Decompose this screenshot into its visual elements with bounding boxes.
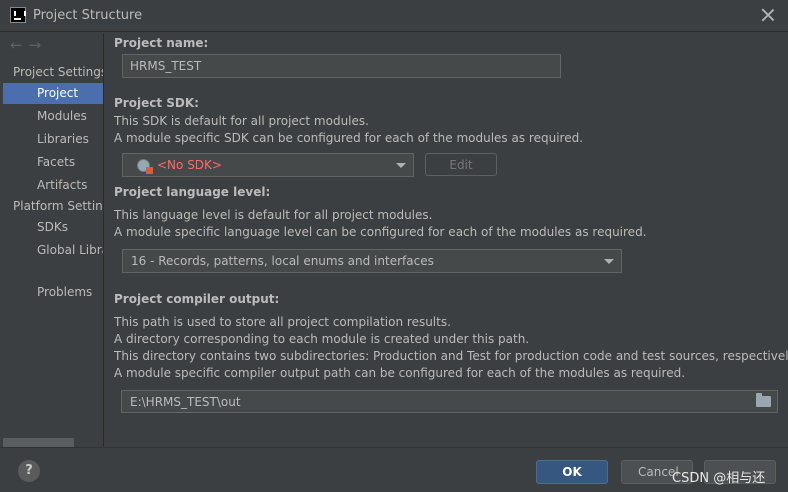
edit-sdk-button[interactable]: Edit: [425, 153, 497, 176]
language-level-desc-2: A module specific language level can be …: [114, 225, 647, 239]
sdk-error-icon: [137, 159, 153, 174]
sidebar-header-platform-settings: Platform Settings: [13, 199, 103, 213]
language-level-value: 16 - Records, patterns, local enums and …: [131, 254, 434, 268]
compiler-desc-2: A directory corresponding to each module…: [114, 332, 530, 346]
sidebar-item-artifacts[interactable]: Artifacts: [3, 175, 103, 196]
title-bar: Project Structure: [0, 0, 788, 32]
compiler-desc-4: A module specific compiler output path c…: [114, 366, 686, 380]
sidebar-item-libraries[interactable]: Libraries: [3, 129, 103, 150]
compiler-output-label: Project compiler output:: [114, 292, 280, 306]
nav-arrows: ←→: [10, 36, 47, 54]
back-arrow-icon[interactable]: ←: [10, 36, 29, 54]
close-icon[interactable]: [760, 7, 776, 23]
compiler-desc-1: This path is used to store all project c…: [114, 315, 451, 329]
language-level-label: Project language level:: [114, 185, 271, 199]
dialog-footer: ? OK Cancel CSDN @相与还: [0, 447, 788, 492]
sidebar-item-modules[interactable]: Modules: [3, 106, 103, 127]
project-sdk-dropdown[interactable]: <No SDK>: [122, 153, 414, 177]
language-level-desc-1: This language level is default for all p…: [114, 208, 433, 222]
project-name-input[interactable]: [122, 54, 561, 78]
sidebar-item-project[interactable]: Project: [3, 83, 103, 104]
project-settings-panel: Project name: Project SDK: This SDK is d…: [105, 33, 788, 447]
sidebar-item-sdks[interactable]: SDKs: [3, 217, 103, 238]
compiler-output-field[interactable]: E:\HRMS_TEST\out: [121, 390, 778, 413]
csdn-watermark: CSDN @相与还: [672, 471, 766, 486]
project-name-label: Project name:: [114, 36, 209, 50]
language-level-dropdown[interactable]: 16 - Records, patterns, local enums and …: [122, 249, 622, 273]
compiler-desc-3: This directory contains two subdirectori…: [114, 349, 788, 363]
sidebar-item-global-libraries[interactable]: Global Libraries: [3, 240, 103, 261]
sidebar: ←→ Project Settings Project Modules Libr…: [0, 33, 104, 447]
sdk-value: <No SDK>: [157, 158, 222, 172]
sidebar-header-project-settings: Project Settings: [13, 65, 104, 79]
intellij-logo-icon: [10, 7, 26, 23]
forward-arrow-icon[interactable]: →: [29, 36, 48, 54]
project-sdk-label: Project SDK:: [114, 96, 199, 110]
compiler-output-value: E:\HRMS_TEST\out: [130, 395, 241, 409]
help-button[interactable]: ?: [18, 460, 40, 482]
chevron-down-icon: [396, 163, 406, 168]
sidebar-horizontal-scrollbar[interactable]: [3, 438, 74, 447]
sidebar-item-problems[interactable]: Problems: [3, 282, 103, 303]
folder-icon[interactable]: [756, 393, 771, 407]
project-sdk-desc-2: A module specific SDK can be configured …: [114, 131, 584, 145]
chevron-down-icon: [604, 259, 614, 264]
window-title: Project Structure: [33, 8, 143, 23]
ok-button[interactable]: OK: [536, 460, 608, 484]
sidebar-item-facets[interactable]: Facets: [3, 152, 103, 173]
project-sdk-desc-1: This SDK is default for all project modu…: [114, 114, 369, 128]
